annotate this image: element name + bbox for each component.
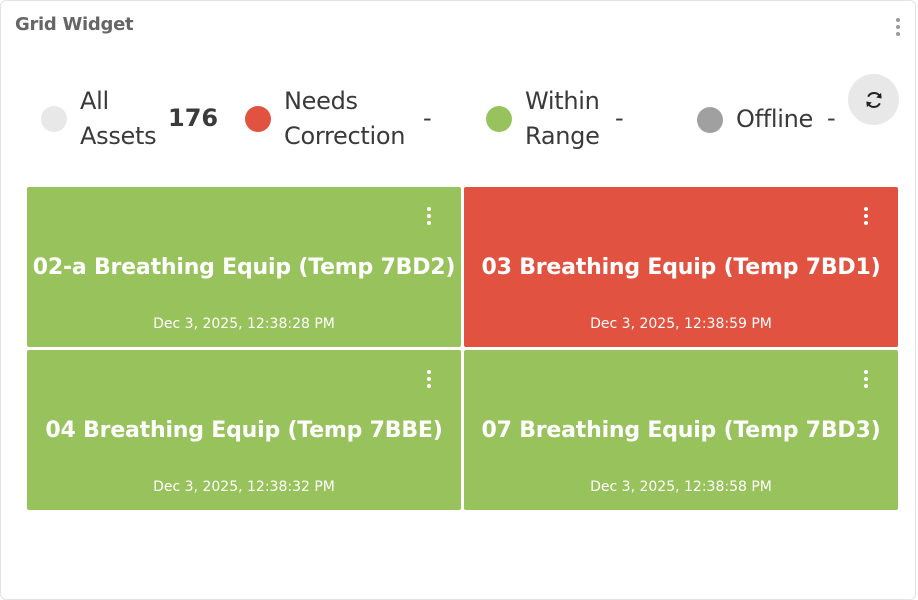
offline-dot — [697, 106, 723, 133]
tile-timestamp: Dec 3, 2025, 12:38:58 PM — [590, 479, 772, 495]
tile-timestamp: Dec 3, 2025, 12:38:59 PM — [590, 316, 772, 332]
refresh-button[interactable] — [848, 74, 899, 125]
asset-tile[interactable]: 07 Breathing Equip (Temp 7BD3) Dec 3, 20… — [464, 350, 898, 510]
tile-timestamp: Dec 3, 2025, 12:38:28 PM — [153, 316, 335, 332]
tile-menu-icon[interactable] — [419, 204, 439, 228]
within-range-count: - — [615, 104, 624, 132]
tile-menu-icon[interactable] — [419, 367, 439, 391]
tile-name: 02-a Breathing Equip (Temp 7BD2) — [32, 255, 456, 280]
widget-title: Grid Widget — [15, 14, 134, 35]
asset-tile[interactable]: 04 Breathing Equip (Temp 7BBE) Dec 3, 20… — [27, 350, 461, 510]
legend-needs-correction-label: Needs Correction — [284, 87, 406, 150]
all-assets-dot — [41, 106, 67, 132]
legend-offline[interactable]: Offline — [697, 102, 813, 137]
tile-menu-icon[interactable] — [856, 204, 876, 228]
legend-within-range[interactable]: Within Range — [486, 84, 600, 154]
widget-menu-icon[interactable] — [888, 15, 908, 39]
tile-name: 03 Breathing Equip (Temp 7BD1) — [481, 255, 881, 280]
needs-correction-count: - — [423, 104, 432, 132]
legend-within-range-label: Within Range — [525, 87, 600, 150]
tile-menu-icon[interactable] — [856, 367, 876, 391]
legend-all-assets[interactable]: All Assets — [41, 84, 157, 154]
tile-name: 04 Breathing Equip (Temp 7BBE) — [45, 418, 443, 443]
tile-name: 07 Breathing Equip (Temp 7BD3) — [481, 418, 881, 443]
legend-all-assets-label: All Assets — [80, 87, 157, 150]
legend-offline-label: Offline — [736, 105, 814, 133]
legend-needs-correction[interactable]: Needs Correction — [245, 84, 405, 154]
tile-timestamp: Dec 3, 2025, 12:38:32 PM — [153, 479, 335, 495]
grid-widget: Grid Widget All Assets 176 Needs Correct… — [0, 0, 916, 600]
asset-tile[interactable]: 03 Breathing Equip (Temp 7BD1) Dec 3, 20… — [464, 187, 898, 347]
offline-count: - — [827, 104, 836, 132]
all-assets-count: 176 — [168, 104, 219, 132]
asset-tile[interactable]: 02-a Breathing Equip (Temp 7BD2) Dec 3, … — [27, 187, 461, 347]
within-range-dot — [486, 106, 512, 132]
refresh-icon — [865, 91, 882, 108]
needs-correction-dot — [245, 106, 271, 132]
